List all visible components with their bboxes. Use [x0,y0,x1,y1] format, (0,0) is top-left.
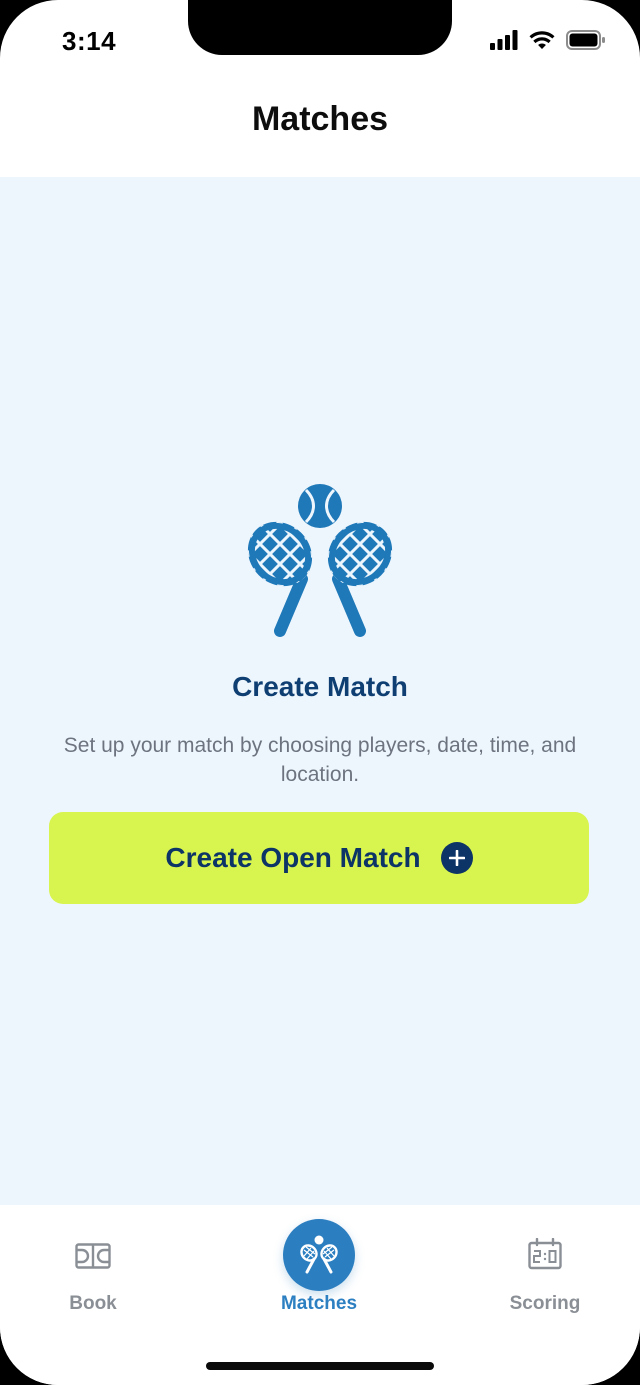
empty-state-title: Create Match [232,671,408,702]
crossed-tennis-rackets-ball-icon [240,484,400,637]
create-open-match-label: Create Open Match [165,842,421,873]
wifi-icon [529,30,555,49]
status-bar: 3:14 [0,0,640,80]
create-open-match-button[interactable]: Create Open Match [49,812,589,904]
tab-matches[interactable]: Matches [229,1205,409,1335]
main-content: Create Match Set up your match by choosi… [0,177,640,1205]
scoreboard-icon [528,1237,562,1275]
plus-circle-icon [440,842,473,874]
tab-book-label: Book [69,1293,117,1314]
phone-screen: 3:14 Matches Create Match Set up your ma… [0,0,640,1385]
tab-scoring-label: Scoring [509,1293,581,1314]
cellular-signal-icon [490,30,518,50]
status-time: 3:14 [62,26,117,56]
empty-state-description: Set up your match by choosing players, d… [63,734,577,786]
bottom-tab-bar: Book Matches Scoring [0,1205,640,1385]
tab-scoring[interactable]: Scoring [455,1205,635,1335]
tennis-rackets-icon [300,1235,338,1274]
home-indicator [206,1362,434,1370]
tab-matches-label: Matches [280,1293,358,1314]
active-tab-indicator [283,1219,355,1291]
device-notch [188,0,452,55]
page-title: Matches [251,100,389,138]
battery-icon [566,30,605,50]
tab-book[interactable]: Book [3,1205,183,1335]
court-icon [75,1243,111,1274]
status-icons [490,28,606,52]
